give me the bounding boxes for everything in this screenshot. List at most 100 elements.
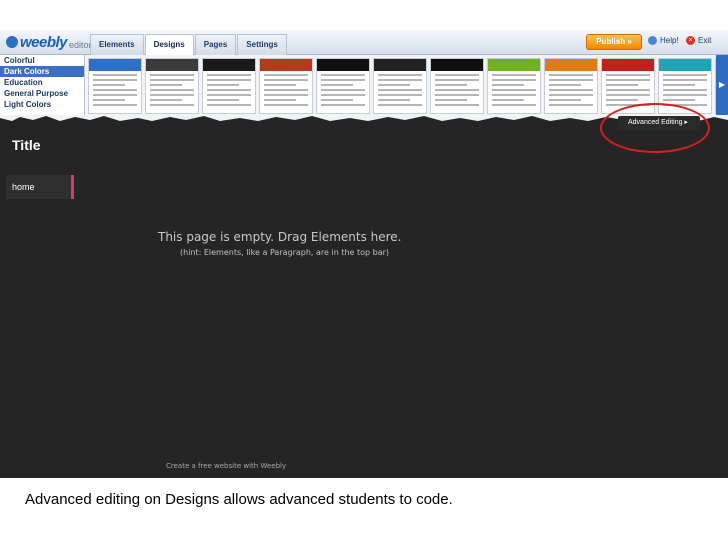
theme-thumbnail-text-line: [435, 94, 479, 96]
theme-thumbnail-text-line: [150, 84, 182, 86]
theme-thumbnail-header: [545, 59, 597, 71]
theme-thumbnail-text-line: [435, 79, 479, 81]
category-light-colors[interactable]: Light Colors: [0, 99, 84, 110]
brand-sub: editor: [69, 39, 92, 50]
help-label: Help!: [660, 36, 679, 45]
theme-thumbnail-text-line: [207, 89, 251, 91]
theme-thumbnail-text-line: [606, 74, 650, 76]
theme-thumbnail-header: [146, 59, 198, 71]
theme-thumbnail-text-line: [492, 99, 524, 101]
theme-thumbnail-text-line: [435, 89, 479, 91]
theme-thumbnail-text-line: [663, 99, 695, 101]
theme-thumbnail[interactable]: [430, 58, 484, 114]
top-toolbar: weebly editor Elements Designs Pages Settin…: [0, 30, 728, 55]
theme-thumbnail-text-line: [663, 74, 707, 76]
theme-thumbnail-text-line: [264, 79, 308, 81]
theme-thumbnail-text-line: [321, 104, 365, 106]
theme-thumbnail-text-line: [492, 94, 536, 96]
publish-button[interactable]: Publish »: [586, 34, 642, 50]
theme-thumbnail-text-line: [606, 94, 650, 96]
theme-thumbnail-text-line: [663, 89, 707, 91]
theme-thumbnail-text-line: [321, 79, 365, 81]
theme-thumbnail[interactable]: [487, 58, 541, 114]
exit-button[interactable]: × Exit: [686, 36, 711, 45]
theme-thumbnail-text-line: [150, 79, 194, 81]
theme-thumbnail-text-line: [264, 104, 308, 106]
theme-thumbnail-text-line: [549, 84, 581, 86]
theme-thumbnail-text-line: [264, 74, 308, 76]
exit-label: Exit: [698, 36, 712, 45]
theme-thumbnail[interactable]: [88, 58, 142, 114]
theme-thumbnail-header: [488, 59, 540, 71]
theme-thumbnail[interactable]: [259, 58, 313, 114]
tab-settings[interactable]: Settings: [237, 34, 287, 55]
theme-thumbnail-text-line: [663, 94, 707, 96]
theme-thumbnail-text-line: [207, 84, 239, 86]
theme-thumbnail-text-line: [435, 99, 467, 101]
theme-thumbnail-text-line: [492, 84, 524, 86]
theme-thumbnail-text-line: [93, 99, 125, 101]
tab-elements[interactable]: Elements: [90, 34, 144, 55]
scroll-right-icon[interactable]: ▶: [716, 55, 728, 115]
theme-thumbnail-text-line: [549, 79, 593, 81]
theme-thumbnail-text-line: [378, 79, 422, 81]
theme-thumbnail-text-line: [606, 89, 650, 91]
theme-thumbnail-text-line: [150, 99, 182, 101]
theme-thumbnail-text-line: [378, 94, 422, 96]
category-education[interactable]: Education: [0, 77, 84, 88]
category-general-purpose[interactable]: General Purpose: [0, 88, 84, 99]
theme-thumbnail-header: [659, 59, 711, 71]
theme-thumbnail-text-line: [549, 89, 593, 91]
theme-thumbnail-header: [431, 59, 483, 71]
theme-thumbnail-header: [602, 59, 654, 71]
theme-thumbnail-text-line: [150, 89, 194, 91]
category-colorful[interactable]: Colorful: [0, 55, 84, 66]
theme-thumbnail-text-line: [549, 99, 581, 101]
theme-thumbnail-text-line: [378, 74, 422, 76]
help-icon: [648, 36, 657, 45]
designs-panel: Colorful Dark Colors Education General Purp…: [0, 55, 728, 115]
theme-thumbnail[interactable]: [316, 58, 370, 114]
theme-thumbnail-header: [260, 59, 312, 71]
theme-thumbnail-text-line: [264, 99, 296, 101]
theme-thumbnail-text-line: [207, 79, 251, 81]
theme-thumbnail-header: [317, 59, 369, 71]
slide-caption: Advanced editing on Designs allows advan…: [25, 491, 453, 508]
theme-thumbnail-text-line: [321, 74, 365, 76]
design-category-list: Colorful Dark Colors Education General Purp…: [0, 55, 85, 115]
theme-thumbnail-text-line: [321, 89, 365, 91]
theme-thumbnail-text-line: [93, 79, 137, 81]
screenshot-area: weebly editor Elements Designs Pages Settin…: [0, 30, 728, 478]
theme-thumbnail-header: [89, 59, 141, 71]
theme-thumbnail[interactable]: [373, 58, 427, 114]
category-dark-colors[interactable]: Dark Colors: [0, 66, 84, 77]
advanced-editing-button[interactable]: Advanced Editing ▸: [618, 116, 700, 130]
footer-link[interactable]: Create a free website with Weebly: [166, 462, 286, 470]
theme-thumbnail[interactable]: [145, 58, 199, 114]
theme-thumbnail[interactable]: [202, 58, 256, 114]
theme-thumbnail-text-line: [264, 94, 308, 96]
theme-thumbnail-text-line: [378, 84, 410, 86]
weebly-logo-icon: [6, 36, 18, 48]
weebly-logo: weebly editor: [6, 33, 92, 51]
theme-thumbnail-text-line: [435, 84, 467, 86]
theme-thumbnail-text-line: [606, 99, 638, 101]
page-title[interactable]: Title: [12, 137, 41, 153]
theme-thumbnail-text-line: [207, 74, 251, 76]
nav-item-home[interactable]: home: [6, 175, 74, 199]
theme-thumbnail-text-line: [378, 104, 422, 106]
theme-thumbnail-text-line: [663, 79, 707, 81]
theme-thumbnail-text-line: [93, 74, 137, 76]
close-icon: ×: [686, 36, 695, 45]
help-button[interactable]: Help!: [648, 36, 679, 45]
theme-thumbnail-text-line: [207, 104, 251, 106]
theme-thumbnail-text-line: [264, 84, 296, 86]
theme-thumbnail-text-line: [93, 89, 137, 91]
theme-thumbnail[interactable]: [544, 58, 598, 114]
empty-page-message: This page is empty. Drag Elements here.: [158, 230, 402, 244]
theme-thumbnail-text-line: [93, 104, 137, 106]
tab-designs[interactable]: Designs: [144, 34, 194, 55]
theme-thumbnail-text-line: [435, 74, 479, 76]
tab-pages[interactable]: Pages: [194, 34, 237, 55]
theme-thumbnail-text-line: [492, 104, 536, 106]
